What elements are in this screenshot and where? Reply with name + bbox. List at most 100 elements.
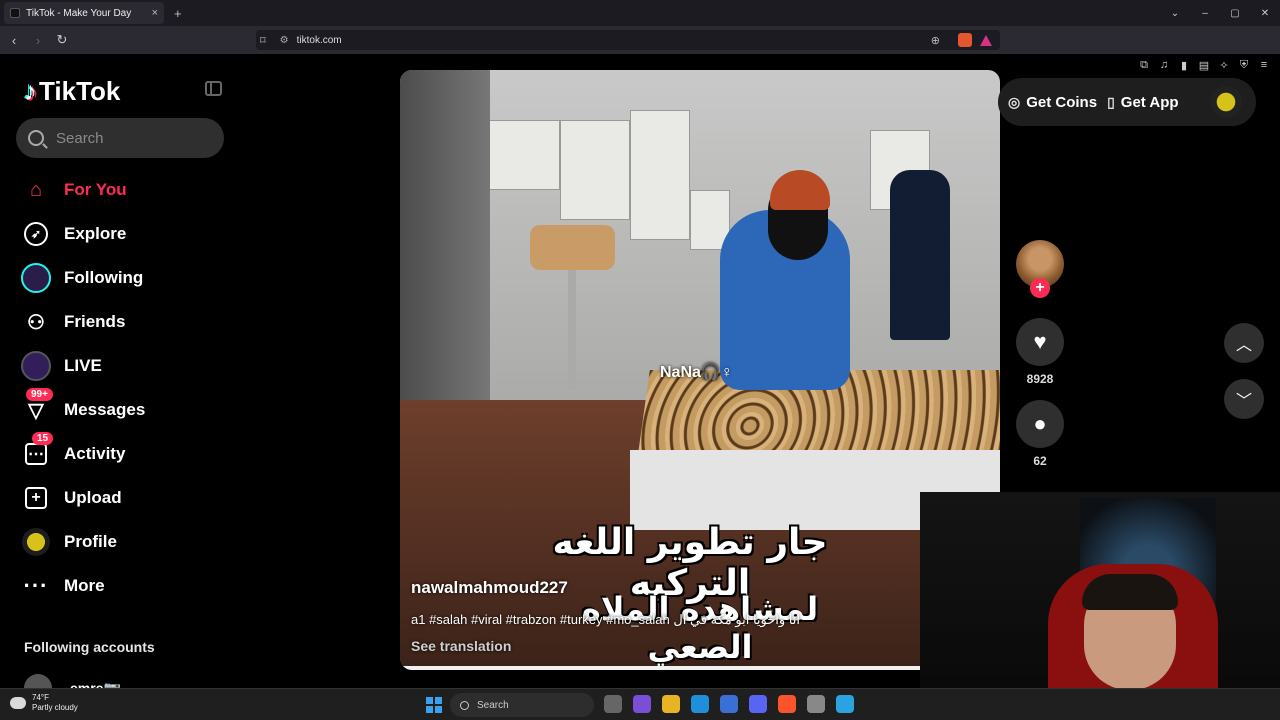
tiktok-favicon-icon bbox=[10, 8, 20, 18]
site-info-icon[interactable]: ⚙ bbox=[280, 35, 289, 46]
sidebar: ♪ TikTok ⌂ For You ➶ Explore Following ⚇… bbox=[0, 54, 240, 702]
collapse-sidebar-icon[interactable] bbox=[205, 81, 222, 96]
close-window-button[interactable]: ✕ bbox=[1250, 8, 1280, 19]
phone-icon: ▯ bbox=[1107, 93, 1115, 110]
forward-icon[interactable]: › bbox=[28, 33, 48, 48]
video-progress-fill bbox=[400, 666, 922, 670]
more-icon: ··· bbox=[23, 573, 49, 598]
tiktok-logo[interactable]: ♪ TikTok bbox=[24, 76, 120, 107]
user-avatar[interactable] bbox=[1210, 86, 1242, 118]
bookmark-icon[interactable]: ⌑ bbox=[260, 34, 266, 47]
weather-widget[interactable]: 74°F Partly cloudy bbox=[10, 693, 78, 713]
brave-rewards-icon[interactable] bbox=[980, 34, 992, 46]
tab-close-icon[interactable]: × bbox=[152, 7, 158, 19]
tab-list-icon[interactable]: ⌄ bbox=[1160, 8, 1190, 19]
see-translation-link[interactable]: See translation bbox=[411, 638, 511, 654]
compass-icon: ➶ bbox=[20, 218, 52, 250]
video-scene-newspaper bbox=[480, 120, 560, 190]
cloud-icon bbox=[10, 697, 26, 709]
video-scene-chair bbox=[530, 225, 615, 270]
reload-icon[interactable]: ↻ bbox=[52, 32, 72, 48]
file-explorer-icon[interactable] bbox=[662, 695, 680, 713]
sidebar-item-label: Upload bbox=[64, 488, 122, 507]
minimize-button[interactable]: – bbox=[1190, 8, 1220, 19]
widgets-app-icon[interactable] bbox=[633, 695, 651, 713]
video-overlay-text-bottom: لمشاهده الملاه الصعي bbox=[581, 590, 819, 666]
taskbar: 74°F Partly cloudy Search bbox=[0, 688, 1280, 720]
sidebar-nav: ⌂ For You ➶ Explore Following ⚇ Friends … bbox=[16, 168, 226, 608]
task-view-icon[interactable] bbox=[604, 695, 622, 713]
browser-tab[interactable]: TikTok - Make Your Day × bbox=[4, 2, 164, 24]
url-text[interactable]: tiktok.com bbox=[297, 35, 342, 46]
sidebar-item-explore[interactable]: ➶ Explore bbox=[16, 212, 226, 256]
media-icon[interactable]: ♫ bbox=[1154, 59, 1174, 72]
following-avatar-icon bbox=[20, 262, 52, 294]
sidebar-item-profile[interactable]: Profile bbox=[16, 520, 226, 564]
window-controls: ⌄ – ▢ ✕ bbox=[1160, 0, 1280, 26]
activity-badge: 15 bbox=[32, 432, 54, 445]
vpn-icon[interactable]: ⛨ bbox=[1234, 59, 1254, 72]
sidebar-item-live[interactable]: LIVE bbox=[16, 344, 226, 388]
video-progress-bar[interactable] bbox=[400, 666, 1000, 670]
extensions-toolbar: ⧉ ♫ ▮ ▤ ✧ ⛨ ≡ bbox=[1134, 59, 1274, 72]
weather-desc: Partly cloudy bbox=[32, 703, 78, 712]
messages-badge: 99+ bbox=[26, 388, 53, 401]
search-box[interactable] bbox=[16, 118, 224, 158]
wallet-icon[interactable]: ▤ bbox=[1194, 59, 1214, 72]
like-button[interactable]: ♥ bbox=[1016, 318, 1064, 366]
chevron-down-icon: ﹀ bbox=[1235, 393, 1252, 410]
video-author[interactable]: nawalmahmoud227 bbox=[411, 578, 568, 598]
brave-shield-icon[interactable] bbox=[958, 33, 972, 47]
video-player[interactable]: NaNa🎧♀ جار تطوير اللغه التركيه لمشاهده ا… bbox=[400, 70, 1000, 670]
maximize-button[interactable]: ▢ bbox=[1220, 8, 1250, 19]
sidebar-item-label: LIVE bbox=[64, 356, 102, 375]
edge-icon[interactable] bbox=[691, 695, 709, 713]
sidebar-item-label: For You bbox=[64, 180, 127, 199]
back-icon[interactable]: ‹ bbox=[4, 33, 24, 48]
new-tab-button[interactable]: + bbox=[174, 6, 182, 21]
profile-avatar-icon bbox=[20, 526, 52, 558]
comment-button[interactable]: ● bbox=[1016, 400, 1064, 448]
tiktok-note-icon: ♪ bbox=[24, 76, 37, 106]
sidebar-item-friends[interactable]: ⚇ Friends bbox=[16, 300, 226, 344]
sidebar-item-for-you[interactable]: ⌂ For You bbox=[16, 168, 226, 212]
sidebar-item-following[interactable]: Following bbox=[16, 256, 226, 300]
webcam-person-hair bbox=[1082, 574, 1178, 610]
search-input[interactable] bbox=[56, 129, 206, 147]
get-coins-button[interactable]: ◎ Get Coins bbox=[1008, 94, 1097, 111]
taskbar-search[interactable]: Search bbox=[450, 693, 594, 717]
creator-avatar[interactable]: + bbox=[1016, 240, 1064, 298]
sidebar-item-activity[interactable]: ⋯ 15 Activity bbox=[16, 432, 226, 476]
get-app-label: Get App bbox=[1120, 93, 1179, 111]
brave-icon[interactable] bbox=[778, 695, 796, 713]
app-icon[interactable] bbox=[836, 695, 854, 713]
zoom-icon[interactable]: ⊕ bbox=[931, 34, 940, 47]
heart-icon: ♥ bbox=[1033, 329, 1047, 354]
discord-icon[interactable] bbox=[749, 695, 767, 713]
chevron-up-icon: ︿ bbox=[1235, 337, 1252, 354]
sidebar-item-label: More bbox=[64, 576, 105, 595]
comment-count: 62 bbox=[1033, 454, 1047, 468]
menu-icon[interactable]: ≡ bbox=[1254, 59, 1274, 72]
obs-icon[interactable] bbox=[807, 695, 825, 713]
windows-start-icon[interactable] bbox=[426, 697, 442, 713]
follow-button[interactable]: + bbox=[1030, 278, 1050, 298]
previous-video-button[interactable]: ︿ bbox=[1224, 323, 1264, 363]
store-icon[interactable] bbox=[720, 695, 738, 713]
sidebar-item-label: Explore bbox=[64, 224, 127, 243]
next-video-button[interactable]: ﹀ bbox=[1224, 379, 1264, 419]
sidebar-item-upload[interactable]: + Upload bbox=[16, 476, 226, 520]
get-app-button[interactable]: ▯ Get App bbox=[1107, 94, 1179, 111]
sidebar-item-messages[interactable]: ▽ 99+ Messages bbox=[16, 388, 226, 432]
sidebar-item-label: Friends bbox=[64, 312, 126, 331]
search-icon bbox=[460, 700, 469, 710]
video-caption: انا واخويا ابو مكة في ال a1 #salah #vira… bbox=[411, 612, 800, 627]
sidebar-item-more[interactable]: ··· More bbox=[16, 564, 226, 608]
sidebar-icon[interactable]: ▮ bbox=[1174, 59, 1194, 72]
comment-icon: ● bbox=[1033, 411, 1047, 436]
following-accounts-title: Following accounts bbox=[24, 639, 155, 655]
extensions-icon[interactable]: ⧉ bbox=[1134, 59, 1154, 72]
address-bar[interactable]: ⌑ ⚙ tiktok.com ⊕ bbox=[256, 30, 1000, 50]
sidebar-item-label: Profile bbox=[64, 532, 117, 551]
ai-icon[interactable]: ✧ bbox=[1214, 59, 1234, 72]
